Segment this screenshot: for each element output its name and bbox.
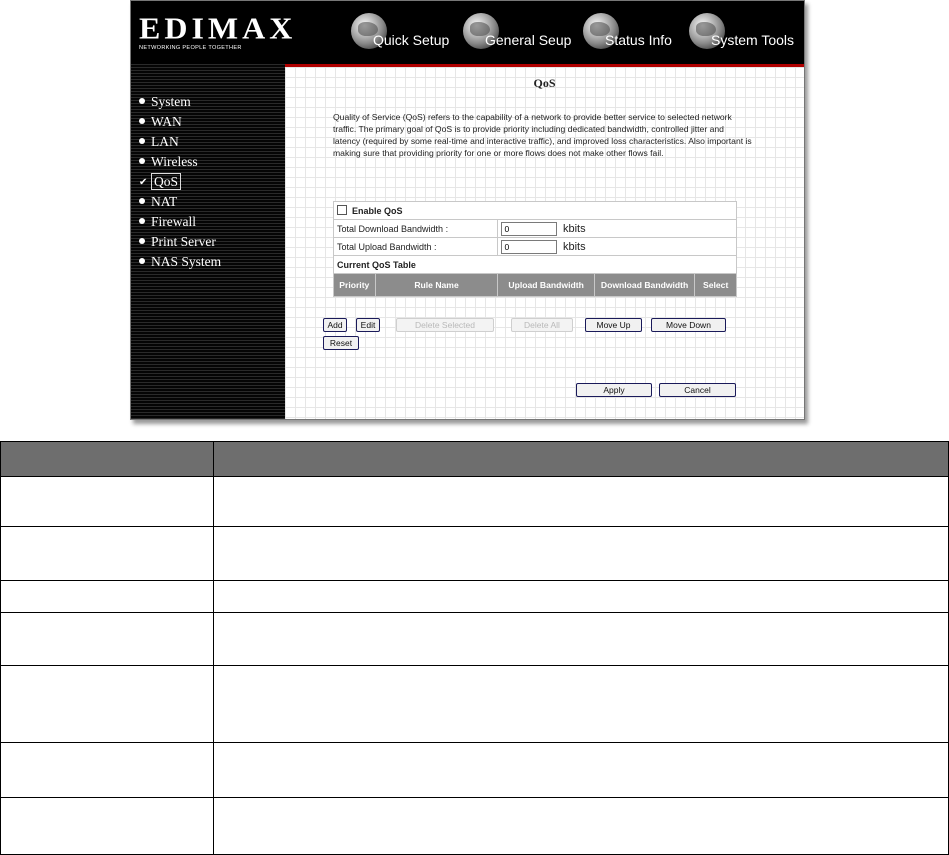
column-header-upload-bandwidth: Upload Bandwidth (497, 273, 595, 297)
router-screenshot: EDIMAX NETWORKING PEOPLE TOGETHER Quick … (130, 0, 805, 420)
table-row (0, 475, 949, 527)
main-content: QoS Quality of Service (QoS) refers to t… (285, 64, 804, 419)
top-banner: EDIMAX NETWORKING PEOPLE TOGETHER Quick … (131, 1, 804, 64)
column-header-select: Select (694, 273, 737, 297)
sidebar-item-label: NAT (151, 194, 178, 209)
nav-quick-setup[interactable]: Quick Setup (351, 13, 461, 53)
enable-qos-label: Enable QoS (352, 206, 403, 216)
nav-general-setup[interactable]: General Seup (463, 13, 581, 53)
sidebar-item-label: Print Server (151, 234, 216, 249)
download-bandwidth-input[interactable] (501, 221, 558, 236)
sidebar-item-label: System (151, 94, 191, 109)
table-cell (213, 525, 949, 581)
table-row (0, 612, 949, 667)
upload-bandwidth-input[interactable] (501, 239, 558, 254)
bullet-icon (139, 218, 145, 224)
table-cell (0, 525, 214, 581)
sidebar-item-label: LAN (151, 134, 179, 149)
nav-label: Status Info (605, 32, 672, 48)
apply-button[interactable]: Apply (576, 383, 652, 397)
page-title: QoS (533, 76, 556, 90)
column-header-rule-name: Rule Name (374, 273, 499, 297)
column-header-download-bandwidth: Download Bandwidth (593, 273, 696, 297)
table-header-row (0, 441, 949, 477)
table-row (0, 796, 949, 855)
upload-unit: kbits (562, 240, 586, 253)
logo-text: EDIMAX (139, 10, 297, 46)
download-bandwidth-cell: kbits (497, 219, 737, 238)
edit-button[interactable]: Edit (356, 318, 380, 332)
table-cell (213, 612, 949, 667)
checkmark-icon: ✔ (139, 177, 148, 188)
bullet-icon (139, 118, 145, 124)
nav-label: Quick Setup (373, 32, 450, 48)
header-cell-item (0, 441, 214, 477)
table-row (0, 579, 949, 614)
table-cell (0, 741, 214, 798)
enable-qos-checkbox[interactable] (337, 205, 347, 215)
table-cell (213, 796, 949, 855)
sidebar-item-label: QoS (151, 173, 182, 190)
delete-selected-button[interactable]: Delete Selected (396, 318, 494, 332)
parameter-description-table (0, 441, 949, 855)
table-cell (213, 741, 949, 798)
cancel-button[interactable]: Cancel (659, 383, 736, 397)
move-down-button[interactable]: Move Down (651, 318, 726, 332)
sidebar-item-nas-system[interactable]: NAS System (139, 254, 221, 272)
sidebar-item-lan[interactable]: LAN (139, 134, 179, 152)
edimax-logo: EDIMAX NETWORKING PEOPLE TOGETHER (139, 10, 297, 51)
download-unit: kbits (562, 222, 586, 235)
table-cell (213, 475, 949, 527)
sidebar: System WAN LAN Wireless ✔ QoS NAT Firewal… (131, 64, 285, 419)
download-bandwidth-label: Total Download Bandwidth : (332, 219, 499, 238)
bullet-icon (139, 158, 145, 164)
sidebar-item-print-server[interactable]: Print Server (139, 234, 216, 252)
header-cell-description (213, 441, 949, 477)
nav-system-tools[interactable]: System Tools (689, 13, 801, 53)
table-cell (213, 579, 949, 614)
nav-label: System Tools (711, 32, 794, 48)
table-row (0, 665, 949, 743)
upload-bandwidth-cell: kbits (497, 237, 737, 256)
reset-button[interactable]: Reset (323, 336, 359, 350)
sidebar-item-label: Wireless (151, 154, 198, 169)
sidebar-item-wireless[interactable]: Wireless (139, 154, 198, 172)
upload-bandwidth-label: Total Upload Bandwidth : (332, 237, 499, 256)
nav-label: General Seup (485, 32, 572, 48)
add-button[interactable]: Add (323, 318, 347, 332)
page-description: Quality of Service (QoS) refers to the c… (333, 112, 752, 158)
table-cell (0, 796, 214, 855)
table-cell (213, 665, 949, 743)
current-qos-table-title: Current QoS Table (333, 255, 737, 274)
qos-settings-table: Enable QoS Total Download Bandwidth : kb… (332, 201, 737, 297)
bullet-icon (139, 98, 145, 104)
move-up-button[interactable]: Move Up (585, 318, 642, 332)
bullet-icon (139, 238, 145, 244)
table-cell (0, 665, 214, 743)
sidebar-item-nat[interactable]: NAT (139, 194, 177, 212)
sidebar-item-system[interactable]: System (139, 94, 191, 112)
bullet-icon (139, 138, 145, 144)
sidebar-item-qos[interactable]: ✔ QoS (139, 173, 182, 192)
table-row (0, 525, 949, 581)
enable-qos-cell: Enable QoS (333, 201, 737, 220)
table-cell (0, 475, 214, 527)
delete-all-button[interactable]: Delete All (511, 318, 573, 332)
logo-tagline: NETWORKING PEOPLE TOGETHER (139, 45, 242, 51)
sidebar-item-label: Firewall (151, 214, 196, 229)
bullet-icon (139, 258, 145, 264)
sidebar-item-label: WAN (151, 114, 182, 129)
table-cell (0, 579, 214, 614)
sidebar-item-firewall[interactable]: Firewall (139, 214, 196, 232)
sidebar-item-label: NAS System (151, 254, 222, 269)
table-row (0, 741, 949, 798)
table-cell (0, 612, 214, 667)
nav-status-info[interactable]: Status Info (583, 13, 683, 53)
sidebar-item-wan[interactable]: WAN (139, 114, 182, 132)
column-header-priority: Priority (333, 273, 376, 297)
bullet-icon (139, 198, 145, 204)
